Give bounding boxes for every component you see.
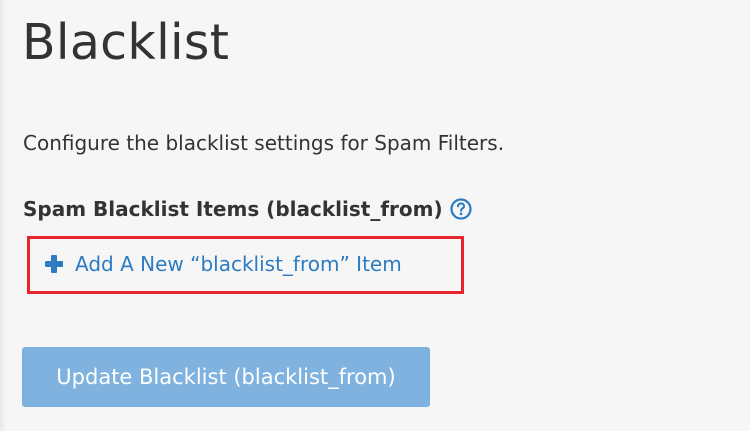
section-heading: Spam Blacklist Items (blacklist_from)	[23, 196, 472, 222]
update-blacklist-button[interactable]: Update Blacklist (blacklist_from)	[22, 347, 430, 407]
add-new-item-link[interactable]: Add A New “blacklist_from” Item	[43, 251, 402, 277]
page-left-edge	[0, 0, 6, 431]
page-title: Blacklist	[22, 14, 230, 71]
section-heading-label: Spam Blacklist Items (blacklist_from)	[23, 197, 443, 221]
plus-icon	[43, 253, 65, 275]
question-circle-icon[interactable]	[450, 198, 472, 220]
add-new-item-label: Add A New “blacklist_from” Item	[75, 252, 402, 276]
page-description: Configure the blacklist settings for Spa…	[23, 131, 505, 155]
